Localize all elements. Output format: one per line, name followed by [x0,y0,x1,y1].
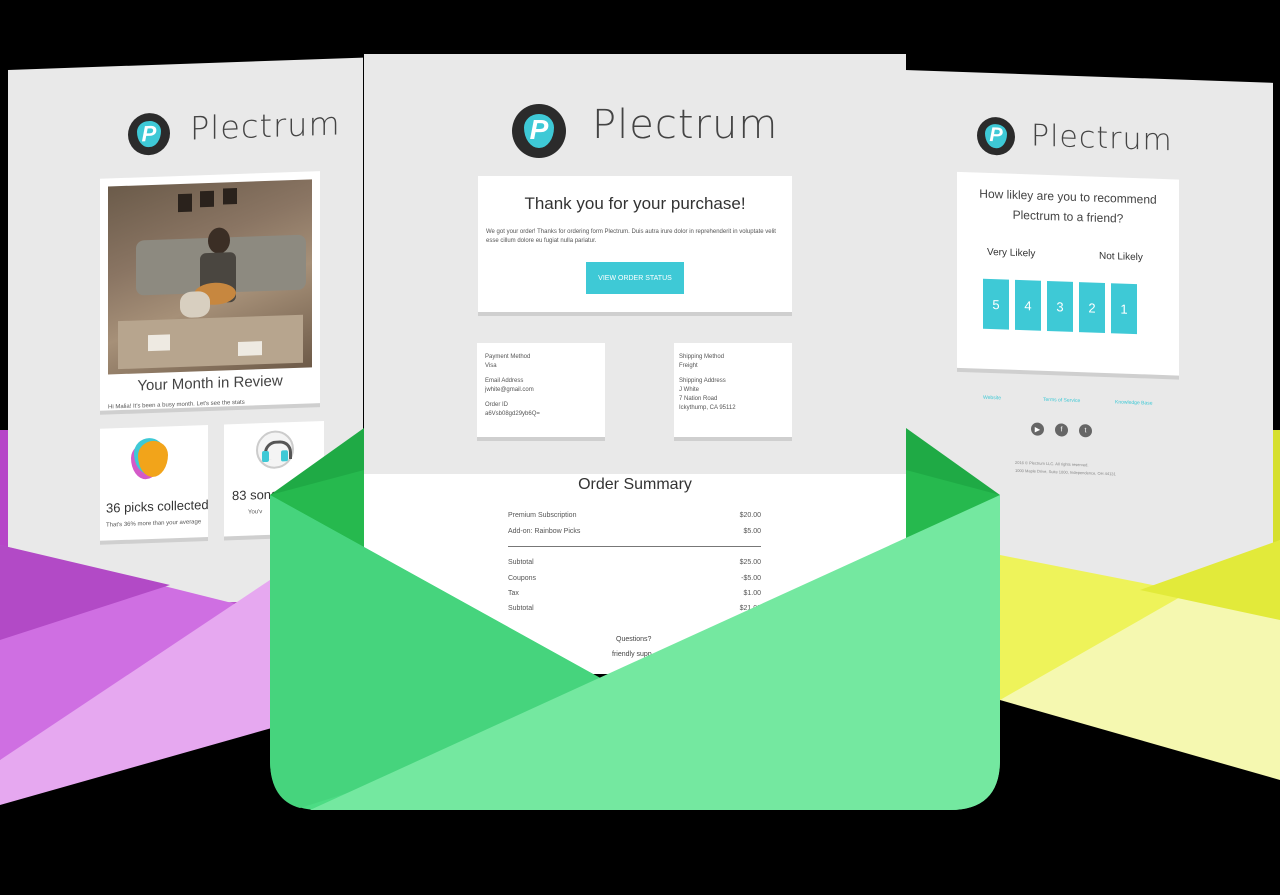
center-envelope-front [270,495,1000,810]
